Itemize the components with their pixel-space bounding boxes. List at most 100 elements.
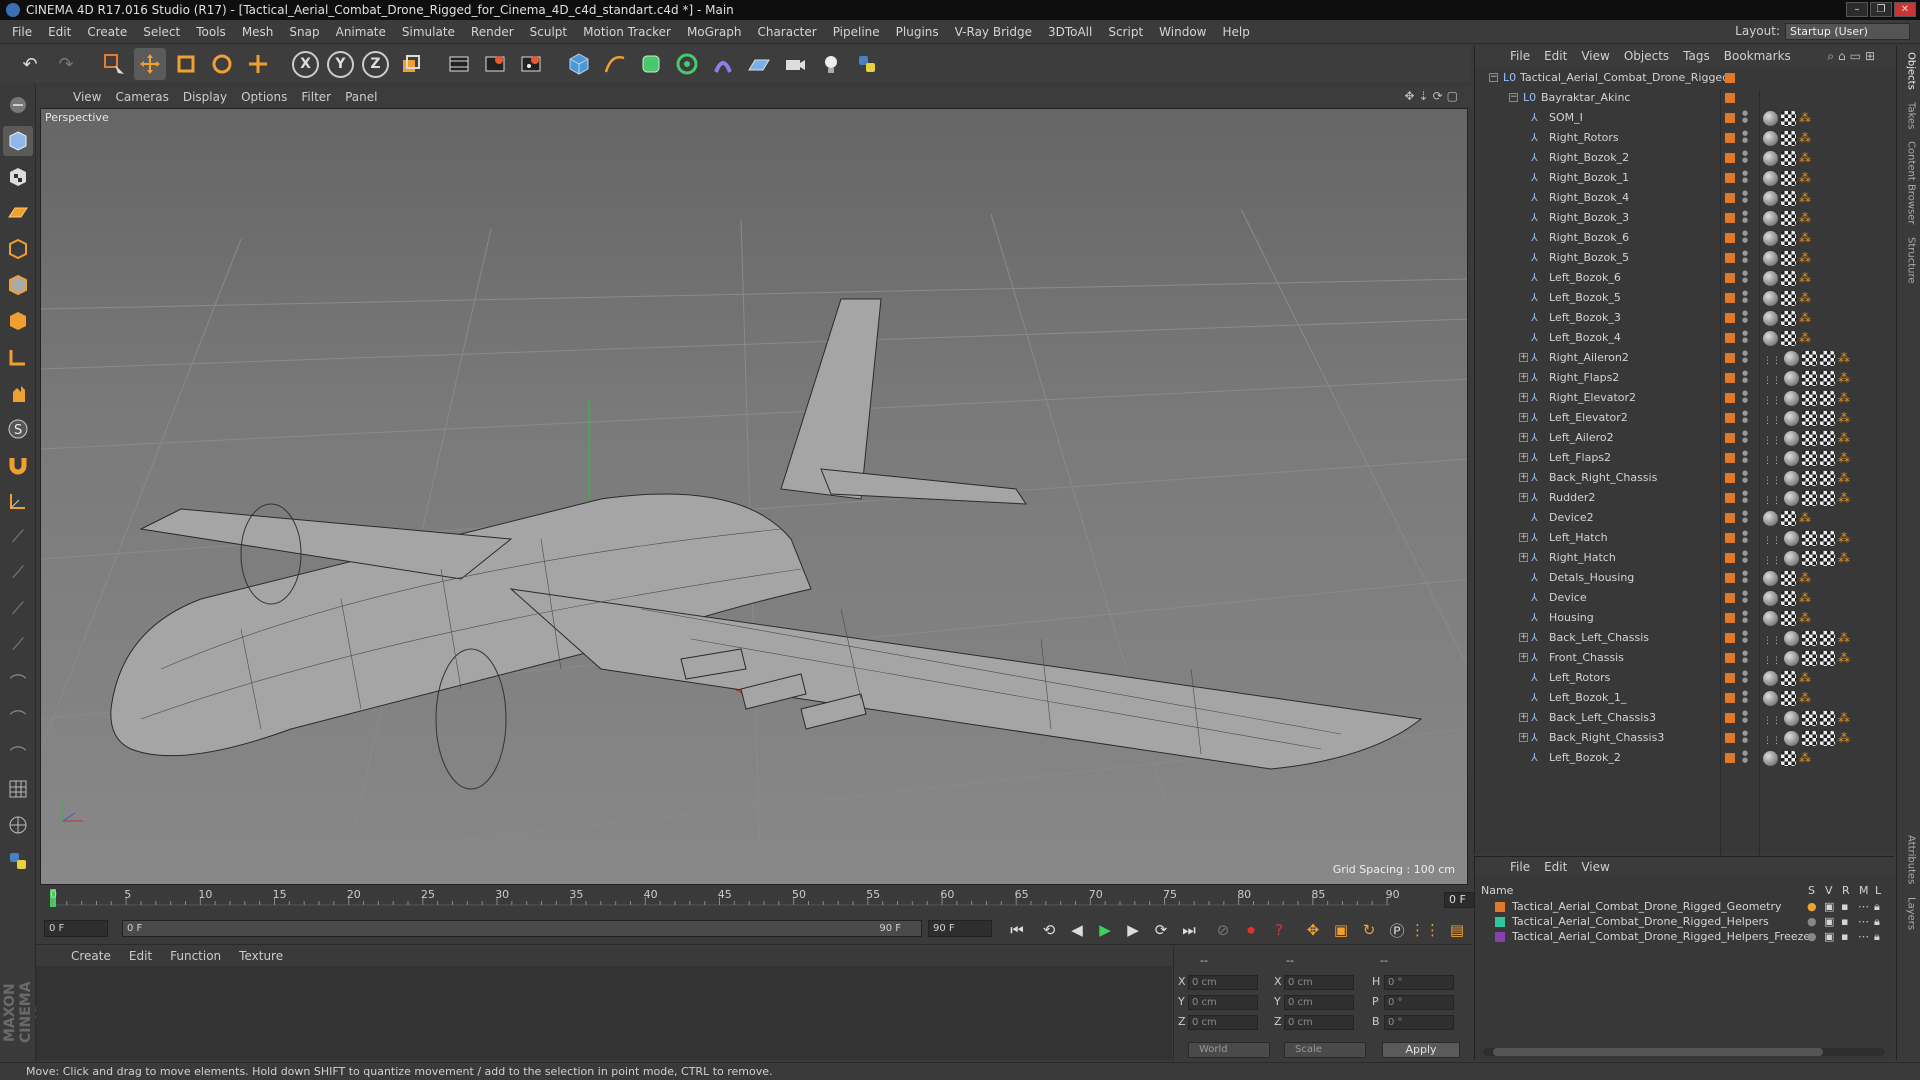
- tab-structure[interactable]: Structure: [1901, 231, 1917, 290]
- objects-menu-tags[interactable]: Tags: [1676, 49, 1717, 63]
- visibility-dots-icon[interactable]: ● ●: [1742, 150, 1748, 164]
- go-to-start-icon[interactable]: ⏮: [1004, 918, 1030, 942]
- layers-menu-file[interactable]: File: [1503, 860, 1537, 874]
- texture-tag-icon[interactable]: [1781, 611, 1796, 626]
- visible-toggle-icon[interactable]: ▣: [1824, 929, 1834, 944]
- menu-create[interactable]: Create: [79, 20, 135, 44]
- camera-icon[interactable]: [779, 48, 811, 80]
- make-editable-icon[interactable]: [3, 90, 33, 120]
- material-tag-icon[interactable]: [1784, 651, 1799, 666]
- weight-tag-icon[interactable]: ⁂: [1838, 551, 1853, 566]
- texture-tag-icon[interactable]: [1781, 671, 1796, 686]
- cloth-tool-icon[interactable]: ⌒: [3, 702, 33, 732]
- tree-row[interactable]: ⅄ Left_Bozok_3 ● ● ⁂: [1475, 308, 1895, 328]
- texture-tag-icon[interactable]: [1802, 711, 1817, 726]
- weight-tag-icon[interactable]: ⁂: [1799, 751, 1814, 766]
- tree-row-child[interactable]: − L0 Bayraktar_Akinc: [1475, 88, 1895, 108]
- previous-key-icon[interactable]: ⟲: [1036, 918, 1062, 942]
- render-settings-icon[interactable]: [515, 48, 547, 80]
- material-tag-icon[interactable]: [1784, 491, 1799, 506]
- position-y-field[interactable]: 0 cm: [1188, 995, 1258, 1010]
- layer-row[interactable]: Tactical_Aerial_Combat_Drone_Rigged_Geom…: [1475, 899, 1895, 914]
- manager-toggle-icon[interactable]: ⋯: [1858, 929, 1869, 944]
- material-tag-icon[interactable]: [1784, 351, 1799, 366]
- menu-simulate[interactable]: Simulate: [394, 20, 463, 44]
- tree-row[interactable]: + ⅄ Back_Left_Chassis ● ● ⋮⋮ ⁂: [1475, 628, 1895, 648]
- weight-tag-icon[interactable]: ⁂: [1838, 351, 1853, 366]
- object-tree[interactable]: − L0 Tactical_Aerial_Combat_Drone_Rigged…: [1475, 68, 1895, 876]
- size-mode-dropdown[interactable]: Scale: [1284, 1042, 1366, 1058]
- visibility-dots-icon[interactable]: ● ●: [1742, 310, 1748, 324]
- visibility-dots-icon[interactable]: ● ●: [1742, 470, 1748, 484]
- visibility-dots-icon[interactable]: ● ●: [1742, 750, 1748, 764]
- visibility-dots-icon[interactable]: ● ●: [1742, 570, 1748, 584]
- expand-icon[interactable]: +: [1519, 393, 1528, 402]
- weight-tag-icon[interactable]: ⁂: [1799, 571, 1814, 586]
- weight-tool-icon[interactable]: ⟋: [3, 630, 33, 660]
- weight-tag-icon[interactable]: ⁂: [1799, 311, 1814, 326]
- solo-toggle-icon[interactable]: ●: [1807, 899, 1817, 914]
- expand-icon[interactable]: +: [1519, 413, 1528, 422]
- model-mode-icon[interactable]: [3, 126, 33, 156]
- menu-animate[interactable]: Animate: [328, 20, 394, 44]
- tree-row[interactable]: + ⅄ Front_Chassis ● ● ⋮⋮ ⁂: [1475, 648, 1895, 668]
- solo-toggle-icon[interactable]: ●: [1807, 929, 1817, 944]
- texture-tag-icon[interactable]: [1781, 211, 1796, 226]
- visibility-dots-icon[interactable]: ● ●: [1742, 430, 1748, 444]
- menu-3dtoall[interactable]: 3DToAll: [1040, 20, 1100, 44]
- tree-row[interactable]: + ⅄ Right_Hatch ● ● ⋮⋮ ⁂: [1475, 548, 1895, 568]
- tab-layers[interactable]: Layers: [1901, 891, 1917, 936]
- python-icon[interactable]: [851, 48, 883, 80]
- expand-icon[interactable]: +: [1519, 653, 1528, 662]
- tree-row[interactable]: ⅄ Left_Bozok_4 ● ● ⁂: [1475, 328, 1895, 348]
- render-view-icon[interactable]: [443, 48, 475, 80]
- visibility-dots-icon[interactable]: ● ●: [1742, 290, 1748, 304]
- visibility-dots-icon[interactable]: ● ●: [1742, 350, 1748, 364]
- weight-tag-icon[interactable]: ⁂: [1799, 671, 1814, 686]
- texture-tag-icon[interactable]: [1802, 431, 1817, 446]
- scrollbar-thumb[interactable]: [1493, 1048, 1823, 1056]
- menu-plugins[interactable]: Plugins: [888, 20, 947, 44]
- material-tag-icon[interactable]: [1784, 531, 1799, 546]
- material-tag-icon[interactable]: [1763, 291, 1778, 306]
- lock-y-axis-button[interactable]: Y: [327, 50, 354, 78]
- texture-tag-icon[interactable]: [1820, 531, 1835, 546]
- size-z-field[interactable]: 0 cm: [1284, 1015, 1354, 1030]
- material-tag-icon[interactable]: [1763, 151, 1778, 166]
- visibility-dots-icon[interactable]: ● ●: [1742, 190, 1748, 204]
- snap-icon[interactable]: S: [3, 414, 33, 444]
- object-manager-nav-icons[interactable]: ⌕⌂▭⊞: [1820, 49, 1886, 64]
- frame-range-slider[interactable]: 0 F 90 F: [122, 920, 922, 937]
- tree-row[interactable]: ⅄ Right_Bozok_4 ● ● ⁂: [1475, 188, 1895, 208]
- lock-toggle-icon[interactable]: 🔒︎: [1874, 899, 1880, 914]
- size-x-field[interactable]: 0 cm: [1284, 975, 1354, 990]
- texture-tag-icon[interactable]: [1802, 651, 1817, 666]
- apply-button[interactable]: Apply: [1382, 1042, 1460, 1058]
- live-selection-icon[interactable]: [98, 48, 130, 80]
- hair-tool-icon[interactable]: ⌒: [3, 738, 33, 768]
- position-x-field[interactable]: 0 cm: [1188, 975, 1258, 990]
- texture-tag-icon[interactable]: [1820, 731, 1835, 746]
- expand-icon[interactable]: +: [1519, 353, 1528, 362]
- grid-lock-icon[interactable]: [3, 774, 33, 804]
- visibility-dots-icon[interactable]: ● ●: [1742, 410, 1748, 424]
- joint-tool-icon[interactable]: ⟋: [3, 522, 33, 552]
- weight-tag-icon[interactable]: ⁂: [1799, 271, 1814, 286]
- tree-row[interactable]: ⅄ Right_Bozok_2 ● ● ⁂: [1475, 148, 1895, 168]
- material-tag-icon[interactable]: [1763, 231, 1778, 246]
- visibility-dots-icon[interactable]: ● ●: [1742, 650, 1748, 664]
- expand-icon[interactable]: +: [1519, 373, 1528, 382]
- deformer-icon[interactable]: [707, 48, 739, 80]
- layers-menu-edit[interactable]: Edit: [1537, 860, 1574, 874]
- visible-toggle-icon[interactable]: ▣: [1824, 914, 1834, 929]
- texture-tag-icon[interactable]: [1781, 171, 1796, 186]
- visibility-dots-icon[interactable]: ● ●: [1742, 170, 1748, 184]
- layer-color-swatch[interactable]: [1495, 902, 1505, 912]
- texture-tag-icon[interactable]: [1781, 511, 1796, 526]
- rotation-p-field[interactable]: 0 °: [1384, 995, 1454, 1010]
- tree-row[interactable]: + ⅄ Right_Aileron2 ● ● ⋮⋮ ⁂: [1475, 348, 1895, 368]
- rotation-b-field[interactable]: 0 °: [1384, 1015, 1454, 1030]
- weight-tag-icon[interactable]: ⁂: [1838, 711, 1853, 726]
- weight-tag-icon[interactable]: ⁂: [1838, 651, 1853, 666]
- edges-mode-icon[interactable]: [3, 270, 33, 300]
